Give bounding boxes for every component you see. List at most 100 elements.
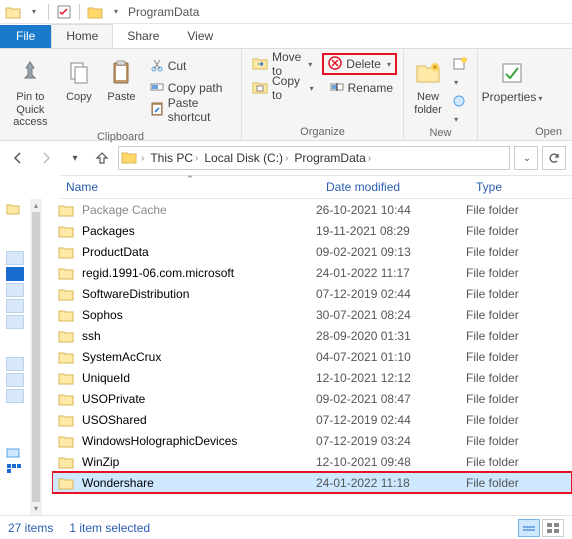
new-folder-button[interactable]: New folder <box>410 53 446 116</box>
up-button[interactable] <box>90 146 114 170</box>
cut-button[interactable]: Cut <box>146 55 235 77</box>
tree-item[interactable] <box>6 373 24 387</box>
crumb-local-disk[interactable]: Local Disk (C:) › <box>202 151 290 165</box>
file-list[interactable]: Package Cache26-10-2021 10:44File folder… <box>52 199 572 515</box>
table-row[interactable]: ProductData09-02-2021 09:13File folder <box>52 241 572 262</box>
ribbon: Pin to Quick access Copy Paste Cut <box>0 49 572 141</box>
new-item-icon[interactable]: ▾ <box>452 57 471 88</box>
file-type: File folder <box>466 203 566 217</box>
tab-home[interactable]: Home <box>51 24 113 48</box>
tree-item[interactable] <box>6 357 24 371</box>
icons-view-button[interactable] <box>542 519 564 537</box>
copy-button[interactable]: Copy <box>61 53 98 104</box>
folder-icon <box>58 475 76 491</box>
properties-icon <box>500 57 524 89</box>
file-date: 30-07-2021 08:24 <box>316 308 466 322</box>
copy-to-button[interactable]: Copy to ▾ <box>248 77 318 99</box>
qat-dropdown-icon[interactable]: ▾ <box>24 3 42 21</box>
table-row[interactable]: regid.1991-06.com.microsoft24-01-2022 11… <box>52 262 572 283</box>
table-row[interactable]: ssh28-09-2020 01:31File folder <box>52 325 572 346</box>
table-row[interactable]: SystemAcCrux04-07-2021 01:10File folder <box>52 346 572 367</box>
ribbon-tabs: File Home Share View <box>0 24 572 48</box>
pin-quick-access-button[interactable]: Pin to Quick access <box>6 53 55 129</box>
table-row[interactable]: USOShared07-12-2019 02:44File folder <box>52 409 572 430</box>
file-type: File folder <box>466 413 566 427</box>
delete-button[interactable]: Delete ▾ <box>322 53 397 75</box>
file-date: 09-02-2021 09:13 <box>316 245 466 259</box>
tree-scrollbar[interactable]: ▴ ▾ <box>30 199 42 515</box>
paste-button[interactable]: Paste <box>103 53 140 104</box>
tab-view[interactable]: View <box>173 25 227 48</box>
tree-item[interactable] <box>6 203 24 217</box>
crumb-this-pc[interactable]: This PC › <box>148 151 200 165</box>
details-view-button[interactable] <box>518 519 540 537</box>
crumb-programdata[interactable]: ProgramData › <box>292 151 373 165</box>
tab-share[interactable]: Share <box>113 25 173 48</box>
delete-icon <box>328 56 342 73</box>
table-row[interactable]: WinZip12-10-2021 09:48File folder <box>52 451 572 472</box>
file-type: File folder <box>466 350 566 364</box>
column-name[interactable]: ⌃ Name <box>60 176 320 198</box>
file-date: 12-10-2021 12:12 <box>316 371 466 385</box>
tree-item[interactable] <box>6 447 24 461</box>
back-button[interactable] <box>6 146 30 170</box>
column-headers: ⌃ Name Date modified Type <box>60 175 572 199</box>
copy-path-label: Copy path <box>168 81 223 95</box>
folder-icon <box>58 307 76 323</box>
tree-item[interactable] <box>6 315 24 329</box>
table-row[interactable]: Packages19-11-2021 08:29File folder <box>52 220 572 241</box>
file-date: 24-01-2022 11:17 <box>316 266 466 280</box>
paste-shortcut-button[interactable]: Paste shortcut <box>146 99 235 121</box>
folder-icon <box>58 454 76 470</box>
tree-item[interactable] <box>6 283 24 297</box>
file-type: File folder <box>466 245 566 259</box>
refresh-button[interactable] <box>542 146 566 170</box>
file-type: File folder <box>466 329 566 343</box>
cut-label: Cut <box>168 59 187 73</box>
tree-item[interactable] <box>6 463 24 477</box>
new-group-label: New <box>410 125 471 139</box>
folder-icon <box>58 286 76 302</box>
address-dropdown[interactable]: ⌄ <box>514 146 538 170</box>
table-row[interactable]: Sophos30-07-2021 08:24File folder <box>52 304 572 325</box>
forward-button[interactable] <box>34 146 58 170</box>
file-date: 19-11-2021 08:29 <box>316 224 466 238</box>
table-row[interactable]: Wondershare24-01-2022 11:18File folder <box>52 472 572 493</box>
file-type: File folder <box>466 308 566 322</box>
tree-item[interactable] <box>6 267 24 281</box>
sort-indicator-icon: ⌃ <box>186 174 194 185</box>
folder-glyph-icon <box>4 3 22 21</box>
chevron-down-icon: ▾ <box>308 60 312 69</box>
column-date[interactable]: Date modified <box>320 176 470 198</box>
pin-icon <box>19 57 41 89</box>
folder-icon <box>58 412 76 428</box>
rename-button[interactable]: Rename <box>326 77 397 99</box>
tab-file[interactable]: File <box>0 25 51 48</box>
table-row[interactable]: Package Cache26-10-2021 10:44File folder <box>52 199 572 220</box>
table-row[interactable]: SoftwareDistribution07-12-2019 02:44File… <box>52 283 572 304</box>
folder-icon <box>58 391 76 407</box>
title-dropdown-icon[interactable]: ▾ <box>106 3 124 21</box>
file-area: ▴ ▾ Package Cache26-10-2021 10:44File fo… <box>0 199 572 515</box>
tree-item[interactable] <box>6 389 24 403</box>
table-row[interactable]: USOPrivate09-02-2021 08:47File folder <box>52 388 572 409</box>
tree-item[interactable] <box>6 251 24 265</box>
history-dropdown[interactable]: ▾ <box>62 146 86 170</box>
move-to-button[interactable]: Move to ▾ <box>248 53 316 75</box>
paste-shortcut-label: Paste shortcut <box>168 96 231 124</box>
clipboard-group-label: Clipboard <box>6 129 235 143</box>
folder-icon <box>58 370 76 386</box>
file-date: 04-07-2021 01:10 <box>316 350 466 364</box>
chevron-down-icon: ▾ <box>310 84 314 93</box>
paste-icon <box>110 57 132 89</box>
table-row[interactable]: UniqueId12-10-2021 12:12File folder <box>52 367 572 388</box>
column-type[interactable]: Type <box>470 176 570 198</box>
folder-icon <box>58 265 76 281</box>
properties-qat-icon[interactable] <box>55 3 73 21</box>
properties-button[interactable]: Properties▾ <box>484 53 540 105</box>
table-row[interactable]: WindowsHolographicDevices07-12-2019 03:2… <box>52 430 572 451</box>
breadcrumb-box[interactable]: › This PC › Local Disk (C:) › ProgramDat… <box>118 146 510 170</box>
easy-access-icon[interactable]: ▾ <box>452 94 471 125</box>
file-date: 07-12-2019 02:44 <box>316 413 466 427</box>
tree-item[interactable] <box>6 299 24 313</box>
